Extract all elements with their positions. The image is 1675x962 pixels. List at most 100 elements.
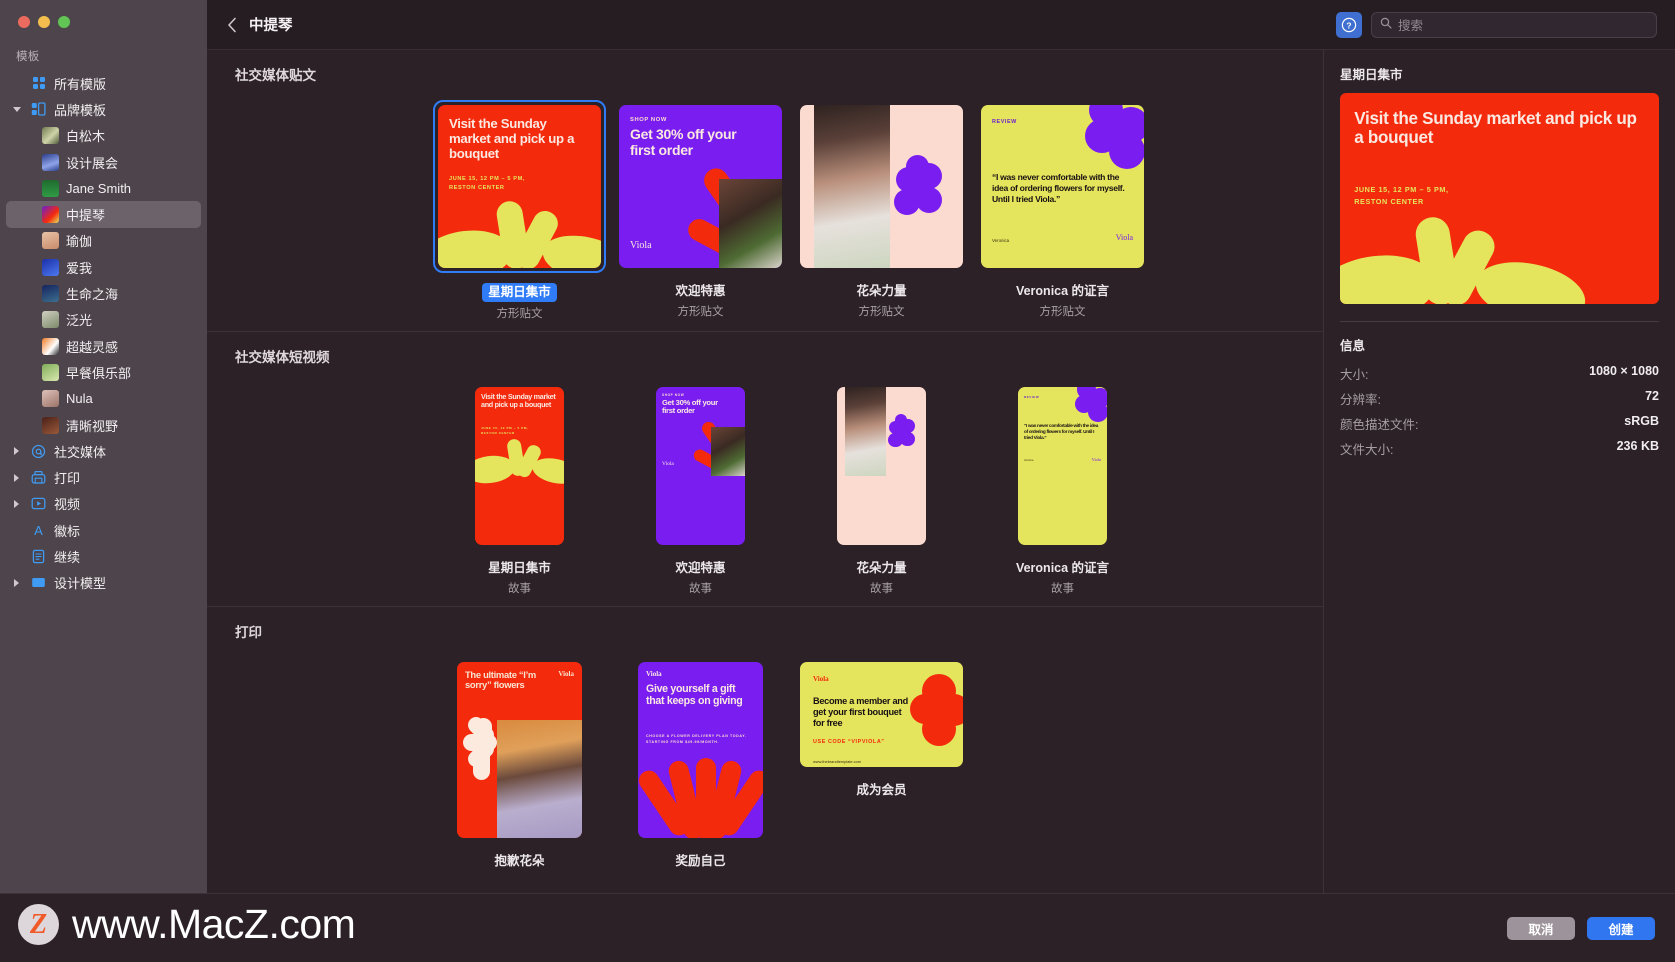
thumb-viola: [42, 206, 59, 224]
template-thumbnail[interactable]: Visit the Sunday market and pick up a bo…: [475, 386, 564, 545]
template-thumbnail-frame[interactable]: REVIEW “I was never comfortable with the …: [1013, 382, 1112, 550]
artwork-flower-power: [837, 386, 926, 545]
sidebar-item-12[interactable]: Nula: [0, 386, 207, 412]
sidebar-item-17[interactable]: A 徽标: [0, 517, 207, 543]
sidebar-item-15[interactable]: 打印: [0, 464, 207, 490]
artwork-kicker: REVIEW: [992, 119, 1017, 125]
sidebar-item-5[interactable]: 中提琴: [6, 201, 201, 228]
sidebar-item-7[interactable]: 爱我: [0, 254, 207, 280]
artwork-brand: Viola: [630, 240, 652, 251]
inspector-row: 分辨率: 72: [1340, 386, 1659, 411]
template-card[interactable]: Visit the Sunday market and pick up a bo…: [429, 382, 610, 596]
disclosure-triangle-icon[interactable]: [10, 447, 23, 456]
template-thumbnail[interactable]: REVIEW “I was never comfortable with the …: [981, 105, 1144, 268]
template-thumbnail[interactable]: The ultimate “I’m sorry” flowers Viola: [457, 661, 582, 838]
at-icon: [30, 443, 47, 460]
content-row: 社交媒体贴文 Visit the Sunday market and pick u…: [207, 50, 1675, 893]
sidebar-item-10[interactable]: 超越灵感: [0, 333, 207, 359]
artwork-welcome-offer: SHOP NOW Get 30% off your first order Viol…: [656, 386, 745, 545]
sidebar-item-11[interactable]: 早餐俱乐部: [0, 359, 207, 385]
artwork-headline: Visit the Sunday market and pick up a bo…: [1354, 108, 1637, 147]
template-card[interactable]: The ultimate “I’m sorry” flowers Viola 抱歉花…: [429, 657, 610, 870]
template-thumbnail-frame[interactable]: SHOP NOW Get 30% off your first order Viol…: [651, 382, 750, 550]
template-card[interactable]: 花朵力量 方形贴文: [791, 100, 972, 321]
template-thumbnail-frame[interactable]: [832, 382, 931, 550]
cancel-button[interactable]: 取消: [1507, 916, 1575, 940]
sidebar-list[interactable]: 模板 所有模版 品牌模板 白松木 设计展会 Jane Smith 中提琴 瑜伽 爱我 生命之海泛…: [0, 44, 207, 893]
sidebar-item-18[interactable]: 继续: [0, 543, 207, 569]
template-thumbnail[interactable]: Viola Become a member and get your first …: [800, 661, 963, 767]
sidebar-item-3[interactable]: 设计展会: [0, 149, 207, 175]
create-button[interactable]: 创建: [1587, 916, 1655, 940]
template-card[interactable]: Viola Become a member and get your first …: [791, 657, 972, 870]
sidebar-item-19[interactable]: 设计模型: [0, 570, 207, 596]
sidebar-item-13[interactable]: 清晰视野: [0, 412, 207, 438]
template-gallery[interactable]: 社交媒体贴文 Visit the Sunday market and pick u…: [207, 50, 1323, 893]
template-thumbnail[interactable]: Viola Give yourself a gift that keeps on …: [638, 661, 763, 838]
sidebar-item-label: 设计展会: [66, 155, 119, 171]
artwork-photo: [814, 105, 890, 268]
sidebar-item-6[interactable]: 瑜伽: [0, 228, 207, 254]
sidebar-item-label: 中提琴: [66, 208, 106, 224]
help-circle-icon[interactable]: ?: [1336, 11, 1362, 38]
sidebar-item-label: 泛光: [66, 313, 93, 329]
artwork-sunday-market: Visit the Sunday market and pick up a bo…: [1340, 93, 1659, 304]
sidebar-item-label: Jane Smith: [66, 180, 132, 196]
sidebar-item-label: 品牌模板: [54, 102, 107, 118]
disclosure-triangle-icon[interactable]: [10, 473, 23, 482]
template-thumbnail-frame[interactable]: REVIEW “I was never comfortable with the …: [976, 100, 1149, 273]
inspector-divider: [1340, 321, 1659, 322]
artwork-detail-1: JUNE 15, 12 PM – 5 PM,: [481, 425, 529, 430]
artwork-attribution: Veronica: [992, 238, 1010, 243]
disclosure-triangle-icon[interactable]: [10, 499, 23, 508]
template-card[interactable]: REVIEW “I was never comfortable with the …: [972, 382, 1153, 596]
disclosure-triangle-icon[interactable]: [10, 578, 23, 587]
sidebar-item-14[interactable]: 社交媒体: [0, 438, 207, 464]
template-thumbnail-frame[interactable]: SHOP NOW Get 30% off your first order Viol…: [614, 100, 787, 273]
close-window-button[interactable]: [18, 16, 30, 28]
template-thumbnail-frame[interactable]: The ultimate “I’m sorry” flowers Viola: [452, 657, 587, 843]
gallery-section-1: 社交媒体短视频 Visit the Sunday market and pick …: [207, 332, 1323, 607]
template-thumbnail[interactable]: [837, 386, 926, 545]
template-card[interactable]: REVIEW “I was never comfortable with the …: [972, 100, 1153, 321]
sidebar-item-9[interactable]: 泛光: [0, 307, 207, 333]
thumb-whitepine: [42, 127, 59, 145]
template-card[interactable]: SHOP NOW Get 30% off your first order Viol…: [610, 100, 791, 321]
template-card[interactable]: Visit the Sunday market and pick up a bo…: [429, 100, 610, 321]
maximize-window-button[interactable]: [58, 16, 70, 28]
sidebar-item-4[interactable]: Jane Smith: [0, 175, 207, 201]
disclosure-triangle-icon[interactable]: [10, 106, 23, 112]
thumb-nula: [42, 390, 59, 408]
sidebar-item-0[interactable]: 所有模版: [0, 70, 207, 96]
template-thumbnail-frame[interactable]: Visit the Sunday market and pick up a bo…: [433, 100, 606, 273]
template-thumbnail-frame[interactable]: [795, 100, 968, 273]
template-card[interactable]: 花朵力量 故事: [791, 382, 972, 596]
template-thumbnail-frame[interactable]: Visit the Sunday market and pick up a bo…: [470, 382, 569, 550]
template-type: 故事: [508, 582, 531, 595]
template-thumbnail-frame[interactable]: Viola Become a member and get your first …: [795, 657, 968, 772]
sidebar-item-8[interactable]: 生命之海: [0, 280, 207, 306]
template-thumbnail[interactable]: SHOP NOW Get 30% off your first order Viol…: [656, 386, 745, 545]
artwork-flower-power: [800, 105, 963, 268]
template-name: 奖励自己: [675, 853, 726, 868]
search-icon: [1380, 16, 1392, 34]
template-thumbnail[interactable]: Visit the Sunday market and pick up a bo…: [438, 105, 601, 268]
template-thumbnail[interactable]: [800, 105, 963, 268]
macz-logo-icon: Z: [18, 904, 59, 945]
sidebar-item-label: 白松木: [66, 129, 106, 145]
sidebar-item-1[interactable]: 品牌模板: [0, 96, 207, 122]
minimize-window-button[interactable]: [38, 16, 50, 28]
sidebar-item-16[interactable]: 视频: [0, 491, 207, 517]
search-input[interactable]: 搜索: [1371, 11, 1657, 38]
artwork-photo: [844, 386, 887, 476]
card-row: Visit the Sunday market and pick up a bo…: [207, 366, 1323, 606]
template-thumbnail-frame[interactable]: Viola Give yourself a gift that keeps on …: [633, 657, 768, 843]
template-type: 方形贴文: [496, 307, 543, 320]
template-card[interactable]: SHOP NOW Get 30% off your first order Viol…: [610, 382, 791, 596]
sidebar-item-2[interactable]: 白松木: [0, 123, 207, 149]
template-card[interactable]: Viola Give yourself a gift that keeps on …: [610, 657, 791, 870]
back-chevron-left-icon[interactable]: [221, 12, 243, 38]
template-thumbnail[interactable]: REVIEW “I was never comfortable with the …: [1018, 386, 1107, 545]
template-thumbnail[interactable]: SHOP NOW Get 30% off your first order Viol…: [619, 105, 782, 268]
thumb-loveme: [42, 258, 59, 276]
